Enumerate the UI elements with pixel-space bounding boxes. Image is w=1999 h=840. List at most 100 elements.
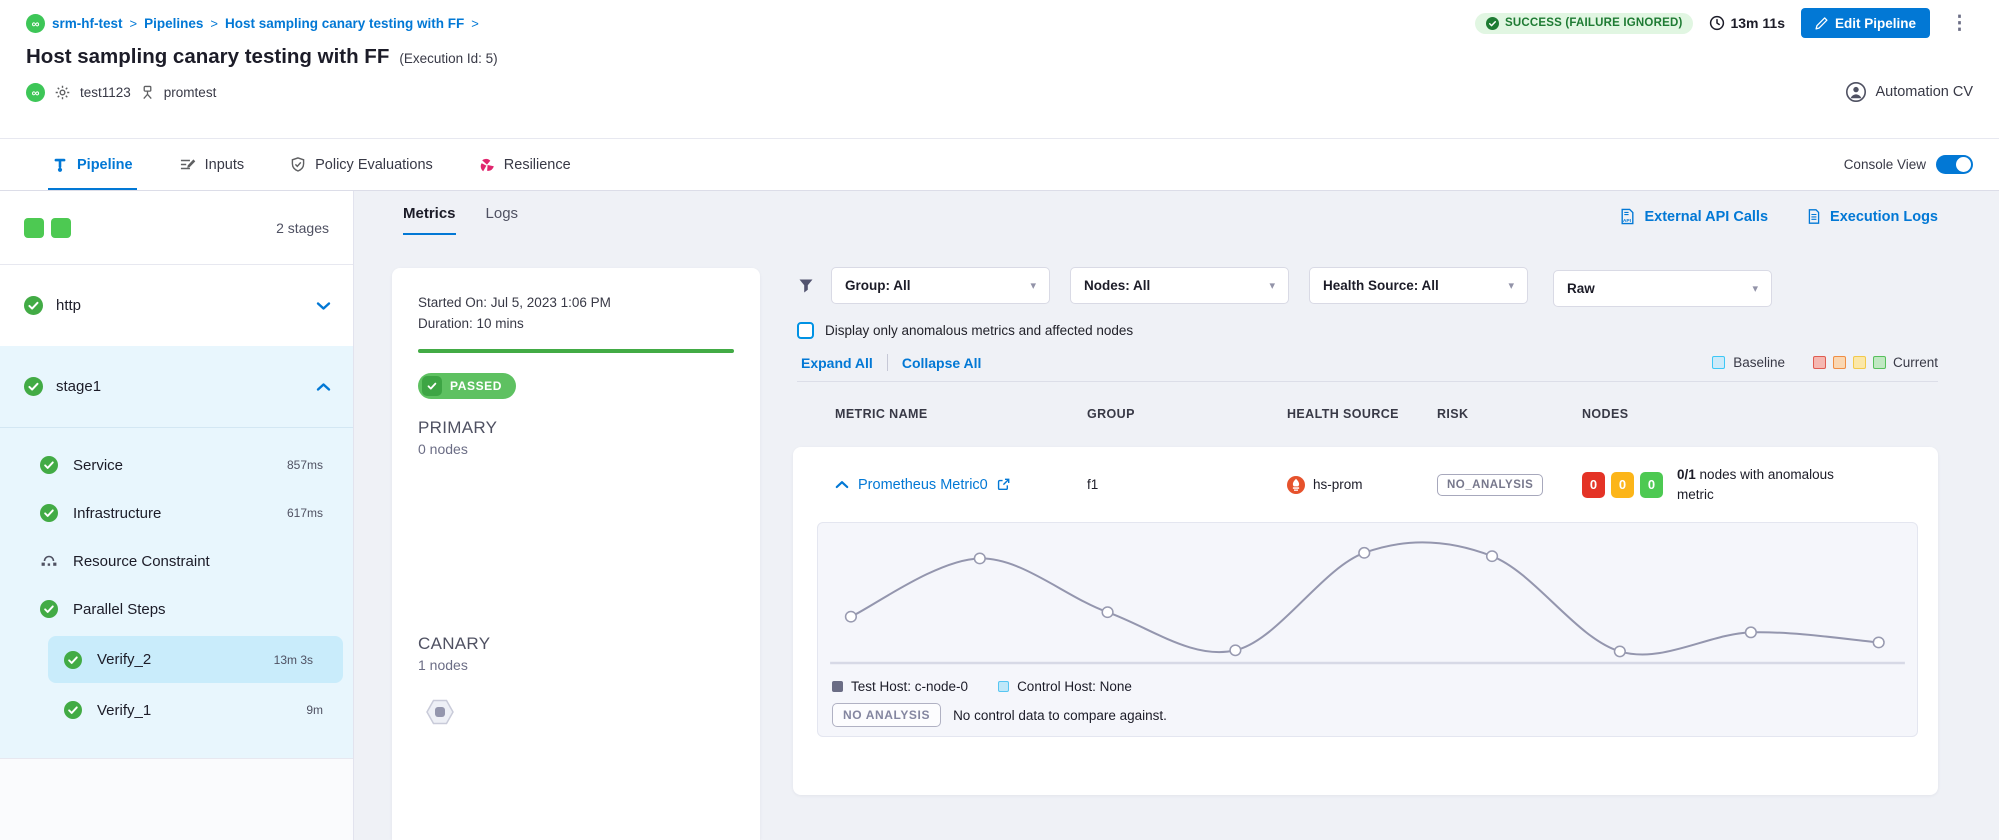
red-node-count: 0: [1582, 472, 1605, 498]
chevron-down-icon[interactable]: [316, 301, 331, 311]
success-check-icon: [64, 651, 82, 669]
execution-logs-link[interactable]: Execution Logs: [1806, 208, 1938, 225]
srm-service-icon: ∞: [26, 83, 45, 102]
breadcrumb-pipeline-name[interactable]: Host sampling canary testing with FF: [225, 16, 464, 31]
step-label: Verify_2: [97, 651, 151, 668]
step-duration: 9m: [306, 703, 323, 717]
shield-check-icon: [290, 156, 306, 173]
health-source-filter-dropdown[interactable]: Health Source: All ▾: [1309, 267, 1528, 304]
resilience-chaos-icon: [479, 157, 495, 173]
more-options-menu[interactable]: ⋮: [1946, 12, 1973, 35]
stage1-label: stage1: [56, 378, 101, 395]
metric-chart[interactable]: [826, 535, 1909, 673]
chevron-up-icon[interactable]: [316, 382, 331, 392]
expand-all-link[interactable]: Expand All: [801, 355, 873, 371]
tab-metrics[interactable]: Metrics: [403, 205, 456, 235]
svg-text:∞: ∞: [32, 87, 40, 99]
execution-logs-label: Execution Logs: [1830, 209, 1938, 225]
step-verify-2[interactable]: Verify_2 13m 3s: [48, 636, 343, 683]
chevron-down-icon: ▾: [1752, 282, 1758, 295]
anomalous-checkbox[interactable]: [797, 322, 814, 339]
pipeline-execution-page: ∞ srm-hf-test > Pipelines > Host samplin…: [0, 0, 1999, 840]
gear-icon: [54, 84, 71, 101]
status-badge: SUCCESS (FAILURE IGNORED): [1475, 13, 1694, 34]
nodes-filter-dropdown[interactable]: Nodes: All ▾: [1070, 267, 1289, 304]
tab-resilience-label: Resilience: [504, 157, 571, 173]
edit-pipeline-button[interactable]: Edit Pipeline: [1801, 8, 1930, 38]
pipeline-icon: [52, 157, 68, 173]
verify-metrics-panel: API External API Calls Execution Logs Gr…: [712, 191, 1938, 795]
step-list: Service 857ms Infrastructure 617ms Resou…: [0, 427, 353, 734]
metric-table-row: Prometheus Metric0 f1 hs-prom NO_ANALYSI…: [793, 447, 1938, 522]
success-check-icon: [24, 377, 43, 396]
breadcrumb-pipelines[interactable]: Pipelines: [144, 16, 203, 31]
success-check-icon: [1486, 17, 1499, 30]
environment-name[interactable]: promtest: [164, 85, 217, 100]
metrics-table-header: METRIC NAME GROUP HEALTH SOURCE RISK NOD…: [793, 407, 1938, 421]
step-label: Infrastructure: [73, 505, 161, 522]
divider: [797, 381, 1938, 382]
sidebar-stage-stage1[interactable]: stage1: [0, 346, 353, 427]
tab-pipeline-label: Pipeline: [77, 157, 133, 173]
step-label: Service: [73, 457, 123, 474]
current-red-swatch: [1813, 356, 1826, 369]
green-node-count: 0: [1640, 472, 1663, 498]
triggered-by-user[interactable]: Automation CV: [1875, 84, 1973, 100]
console-view-toggle[interactable]: [1936, 155, 1973, 174]
chevron-down-icon: ▾: [1030, 279, 1036, 292]
step-service[interactable]: Service 857ms: [0, 441, 353, 489]
tab-policy-evaluations[interactable]: Policy Evaluations: [286, 139, 437, 190]
col-risk: RISK: [1437, 407, 1582, 421]
execution-summary-card: Started On: Jul 5, 2023 1:06 PM Duration…: [392, 268, 760, 840]
canary-node-hexagon[interactable]: [420, 694, 460, 730]
group-filter-dropdown[interactable]: Group: All ▾: [831, 267, 1050, 304]
step-infrastructure[interactable]: Infrastructure 617ms: [0, 489, 353, 537]
content-area: 2 stages http stage1 Service 857ms: [0, 191, 1999, 840]
duration: Duration: 10 mins: [418, 313, 734, 334]
passed-badge: PASSED: [418, 373, 516, 399]
analysis-result-row: NO ANALYSIS No control data to compare a…: [832, 703, 1909, 727]
test-host-legend: Test Host: c-node-0: [832, 679, 968, 694]
health-source-filter-value: Health Source: All: [1323, 278, 1439, 293]
breadcrumb: ∞ srm-hf-test > Pipelines > Host samplin…: [26, 14, 479, 33]
external-api-calls-label: External API Calls: [1644, 209, 1768, 225]
primary-node-count: 0 nodes: [418, 441, 734, 457]
collapse-chevron-up-icon[interactable]: [835, 480, 849, 489]
success-check-icon: [40, 456, 58, 474]
yellow-node-count: 0: [1611, 472, 1634, 498]
tab-logs[interactable]: Logs: [486, 205, 519, 235]
service-name[interactable]: test1123: [80, 85, 131, 100]
baseline-legend-label: Baseline: [1733, 355, 1785, 370]
chevron-down-icon: ▾: [1508, 279, 1514, 292]
sidebar-stage-http[interactable]: http: [0, 265, 353, 346]
step-resource-constraint[interactable]: Resource Constraint: [0, 537, 353, 585]
divider: [887, 354, 888, 371]
collapse-all-link[interactable]: Collapse All: [902, 355, 982, 371]
breadcrumb-separator: >: [210, 16, 218, 31]
page-title: Host sampling canary testing with FF: [26, 45, 389, 69]
breadcrumb-separator: >: [130, 16, 138, 31]
no-analysis-message: No control data to compare against.: [953, 708, 1167, 723]
pencil-icon: [1815, 17, 1828, 30]
detail-tabs: Metrics Logs: [403, 205, 518, 235]
stage1-section: stage1 Service 857ms Infrastructure 617m…: [0, 346, 353, 758]
risk-badge: NO_ANALYSIS: [1437, 474, 1543, 496]
tab-inputs[interactable]: Inputs: [175, 139, 249, 190]
toggle-knob: [1956, 157, 1971, 172]
tab-resilience[interactable]: Resilience: [475, 139, 575, 190]
external-api-calls-link[interactable]: API External API Calls: [1619, 208, 1768, 225]
step-verify-1[interactable]: Verify_1 9m: [0, 686, 353, 734]
raw-filter-dropdown[interactable]: Raw ▾: [1553, 270, 1772, 307]
filter-funnel-icon[interactable]: [798, 278, 814, 294]
step-parallel-steps[interactable]: Parallel Steps: [0, 585, 353, 633]
top-header: ∞ srm-hf-test > Pipelines > Host samplin…: [0, 0, 1999, 138]
breadcrumb-project[interactable]: srm-hf-test: [52, 16, 123, 31]
current-orange-swatch: [1833, 356, 1846, 369]
chevron-down-icon: ▾: [1269, 279, 1275, 292]
metric-name-link[interactable]: Prometheus Metric0: [858, 477, 988, 493]
tab-pipeline[interactable]: Pipeline: [48, 139, 137, 190]
tab-policy-evaluations-label: Policy Evaluations: [315, 157, 433, 173]
col-nodes: NODES: [1582, 407, 1938, 421]
current-yellow-swatch: [1853, 356, 1866, 369]
external-link-icon[interactable]: [997, 478, 1010, 491]
